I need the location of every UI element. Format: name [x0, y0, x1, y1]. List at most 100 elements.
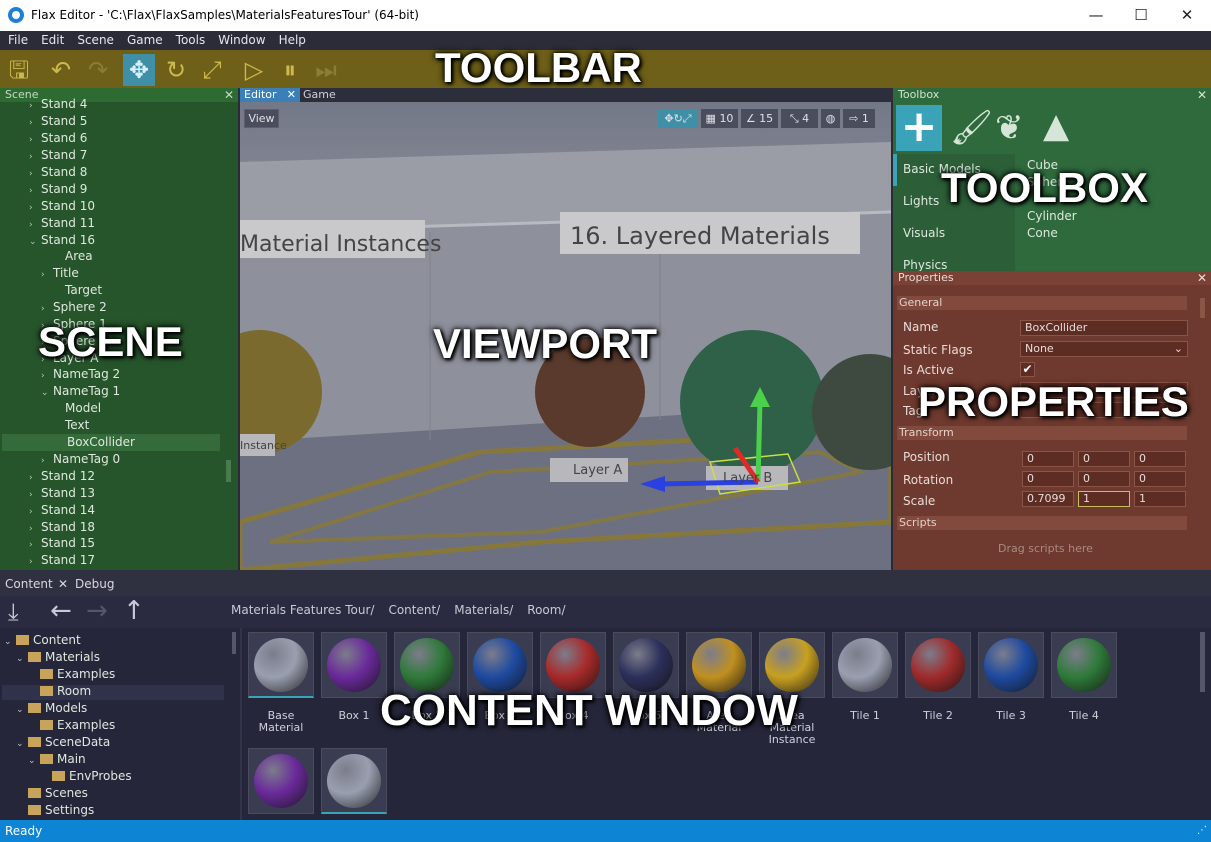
content-tree-item[interactable]: Examples: [28, 666, 115, 683]
scene-tree-item[interactable]: › Stand 15: [29, 535, 95, 552]
save-icon[interactable]: 🖫: [3, 54, 35, 86]
scene-tree-item[interactable]: › Stand 14: [29, 502, 95, 519]
asset-grid-scrollbar[interactable]: [1200, 632, 1205, 692]
grid-snap-widget[interactable]: ▦ 10: [701, 109, 738, 128]
tree-arrow-icon[interactable]: ⌄: [28, 753, 40, 770]
play-icon[interactable]: ▷: [238, 54, 270, 86]
static-flags-dropdown[interactable]: None ⌄: [1020, 341, 1188, 357]
paint-brush-icon[interactable]: 🖌: [950, 108, 993, 148]
scene-tree-item[interactable]: › Stand 13: [29, 485, 95, 502]
asset-tile[interactable]: [832, 632, 898, 698]
content-tree-item[interactable]: Room: [28, 683, 91, 700]
section-general[interactable]: General: [897, 296, 1187, 310]
scene-tree-item[interactable]: Area: [53, 248, 93, 265]
scene-tree-item[interactable]: › Sphere 2: [41, 299, 107, 316]
scene-tree-item[interactable]: › Stand 5: [29, 113, 87, 130]
tab-editor[interactable]: Editor ✕: [240, 88, 300, 102]
menu-file[interactable]: File: [8, 31, 28, 50]
close-icon[interactable]: ✕: [287, 88, 296, 102]
content-tree-item[interactable]: ⌄ Content: [4, 632, 81, 649]
scene-tree-item[interactable]: Target: [53, 282, 102, 299]
undo-icon[interactable]: ↶: [45, 54, 77, 86]
section-scripts[interactable]: Scripts: [897, 516, 1187, 530]
toolbox-item-cone[interactable]: Cone: [1027, 226, 1058, 240]
tree-arrow-icon[interactable]: ⌄: [41, 385, 53, 402]
scene-tree-item[interactable]: ⌄ NameTag 1: [41, 383, 120, 400]
position-y-field[interactable]: 0: [1078, 451, 1130, 467]
pause-icon[interactable]: ⏸: [274, 54, 306, 86]
scene-tree-item[interactable]: › NameTag 0: [41, 451, 120, 468]
close-window-button[interactable]: ✕: [1164, 0, 1210, 31]
forward-icon[interactable]: →: [86, 596, 108, 626]
menu-tools[interactable]: Tools: [176, 31, 206, 50]
scene-tree-item[interactable]: › Stand 6: [29, 130, 87, 147]
scene-tree-item[interactable]: › Stand 9: [29, 181, 87, 198]
category-visuals[interactable]: Visuals: [903, 226, 945, 240]
tab-debug[interactable]: Debug: [75, 577, 114, 591]
breadcrumb-item[interactable]: Content/: [388, 603, 440, 617]
transform-mode-widget[interactable]: ✥↻⤢: [658, 109, 698, 128]
scale-snap-widget[interactable]: ⤡ 4: [781, 109, 818, 128]
scene-tree-item[interactable]: › Stand 8: [29, 164, 87, 181]
breadcrumb-item[interactable]: Materials Features Tour/: [231, 603, 374, 617]
rotate-snap-widget[interactable]: ∠ 15: [741, 109, 778, 128]
content-tree-item[interactable]: ⌄ SceneData: [16, 734, 110, 751]
foliage-icon[interactable]: ❦: [995, 108, 1024, 148]
content-tree-item[interactable]: ⌄ Materials: [16, 649, 100, 666]
tree-arrow-icon[interactable]: ⌄: [29, 234, 41, 251]
menu-scene[interactable]: Scene: [77, 31, 114, 50]
scene-tree-item[interactable]: › NameTag 2: [41, 366, 120, 383]
menu-edit[interactable]: Edit: [41, 31, 64, 50]
menu-game[interactable]: Game: [127, 31, 163, 50]
asset-tile[interactable]: [1051, 632, 1117, 698]
tree-arrow-icon[interactable]: ›: [29, 554, 41, 571]
close-icon[interactable]: ✕: [224, 88, 234, 102]
section-transform[interactable]: Transform: [897, 426, 1187, 440]
tree-arrow-icon[interactable]: ›: [41, 267, 53, 284]
resize-grip-icon[interactable]: ⋰: [1197, 820, 1207, 842]
tree-arrow-icon[interactable]: ⌄: [16, 651, 28, 668]
maximize-button[interactable]: ☐: [1118, 0, 1164, 31]
is-active-checkbox[interactable]: ✔: [1020, 362, 1035, 377]
content-tree-item[interactable]: Examples: [28, 717, 115, 734]
scene-tree-item[interactable]: › Stand 10: [29, 198, 95, 215]
scale-z-field[interactable]: 1: [1134, 491, 1186, 507]
scene-tree-item[interactable]: › Stand 7: [29, 147, 87, 164]
content-tree-item[interactable]: ⌄ Main: [28, 751, 86, 768]
name-field[interactable]: BoxCollider: [1020, 320, 1188, 336]
scene-scrollbar[interactable]: [226, 460, 231, 482]
add-actor-icon[interactable]: +: [896, 105, 942, 151]
viewport[interactable]: Material Instances 16. Layered Materials…: [240, 102, 891, 570]
scene-tree-item[interactable]: › Title: [41, 265, 79, 282]
rotate-gizmo-icon[interactable]: ↻: [160, 54, 192, 86]
scale-y-field[interactable]: 1: [1078, 491, 1130, 507]
scene-tree-item[interactable]: › Stand 18: [29, 519, 95, 536]
scene-tree-item[interactable]: Text: [53, 417, 89, 434]
redo-icon[interactable]: ↷: [82, 54, 114, 86]
terrain-icon[interactable]: ▲: [1043, 106, 1069, 146]
menu-window[interactable]: Window: [218, 31, 265, 50]
rotation-y-field[interactable]: 0: [1078, 471, 1130, 487]
scene-tree-item[interactable]: › Stand 4: [29, 96, 87, 113]
tree-arrow-icon[interactable]: ⌄: [4, 634, 16, 651]
scene-tree-item[interactable]: ⌄ Stand 16: [29, 232, 95, 249]
scale-x-field[interactable]: 0.7099: [1022, 491, 1074, 507]
content-tree-item[interactable]: Scenes: [16, 785, 88, 802]
tree-arrow-icon[interactable]: ⌄: [16, 736, 28, 753]
category-lights[interactable]: Lights: [903, 194, 939, 208]
content-tree-item[interactable]: EnvProbes: [40, 768, 132, 785]
asset-tile[interactable]: [248, 748, 314, 814]
menu-help[interactable]: Help: [279, 31, 306, 50]
breadcrumb-item[interactable]: Materials/: [454, 603, 513, 617]
up-icon[interactable]: ↑: [123, 596, 145, 626]
globe-icon[interactable]: ◍: [821, 109, 840, 128]
scene-tree-item[interactable]: Model: [53, 400, 101, 417]
step-icon[interactable]: ⏭: [310, 54, 342, 86]
minimize-button[interactable]: —: [1073, 0, 1119, 31]
breadcrumb-item[interactable]: Room/: [527, 603, 565, 617]
translate-gizmo-icon[interactable]: ✥: [123, 54, 155, 86]
content-tree-item[interactable]: ⌄ Models: [16, 700, 87, 717]
asset-tile[interactable]: [248, 632, 314, 698]
content-tree-item[interactable]: Settings: [16, 802, 94, 819]
rotation-z-field[interactable]: 0: [1134, 471, 1186, 487]
